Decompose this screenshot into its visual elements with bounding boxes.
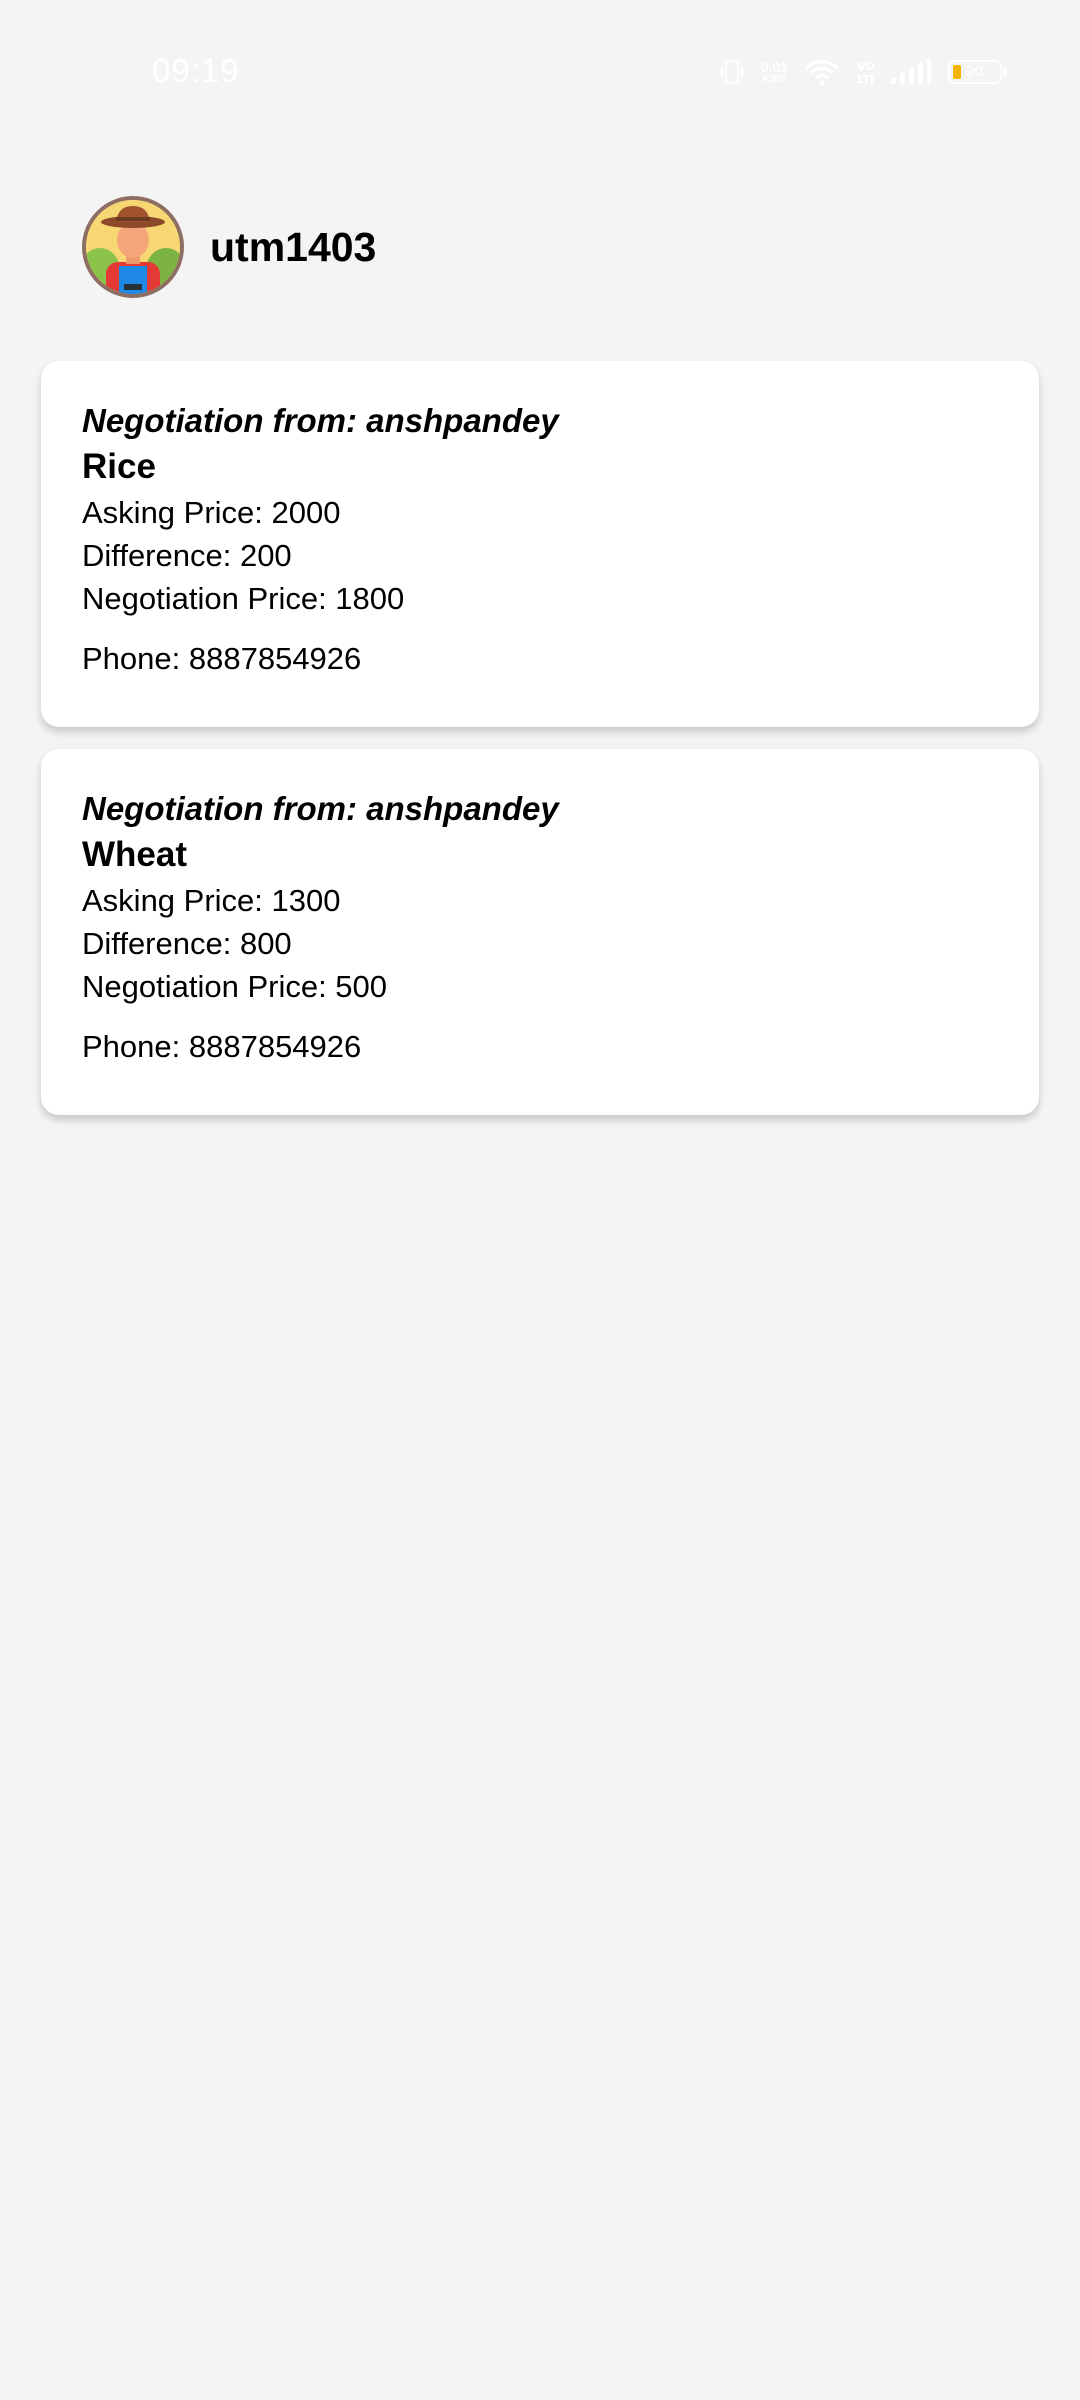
- svg-text:VO: VO: [857, 60, 874, 73]
- battery-level: 20: [966, 63, 983, 80]
- negotiation-price: Negotiation Price: 1800: [82, 581, 405, 616]
- price-difference: Difference: 800: [82, 926, 292, 961]
- negotiation-from: Negotiation from: anshpandey: [82, 790, 559, 827]
- vibrate-icon: [720, 59, 743, 85]
- negotiation-card[interactable]: Negotiation from: anshpandey Wheat Askin…: [41, 749, 1039, 1115]
- wifi-icon: [804, 59, 840, 86]
- battery-fill: [953, 65, 961, 79]
- username: utm1403: [210, 223, 377, 270]
- status-bar: 09:19 0.01 KB/S VO LTE 20: [0, 0, 1080, 140]
- profile-header: utm1403: [82, 196, 376, 298]
- network-speed: 0.01 KB/S: [761, 60, 788, 85]
- signal-icon: [891, 59, 931, 84]
- network-speed-unit: KB/S: [762, 73, 787, 85]
- negotiation-from: Negotiation from: anshpandey: [82, 402, 559, 439]
- negotiation-card[interactable]: Negotiation from: anshpandey Rice Asking…: [41, 361, 1039, 727]
- crop-name: Wheat: [82, 835, 187, 874]
- farmer-avatar-icon[interactable]: [82, 196, 184, 298]
- network-speed-value: 0.01: [760, 58, 788, 75]
- phone-number[interactable]: Phone: 8887854926: [82, 637, 1039, 680]
- asking-price: Asking Price: 1300: [82, 883, 341, 918]
- status-time: 09:19: [152, 52, 240, 89]
- battery-icon: 20: [948, 60, 1007, 84]
- svg-text:LTE: LTE: [857, 73, 874, 86]
- status-icons: 0.01 KB/S VO LTE 20: [719, 56, 1007, 88]
- asking-price: Asking Price: 2000: [82, 495, 341, 530]
- crop-name: Rice: [82, 447, 156, 486]
- phone-number[interactable]: Phone: 8887854926: [82, 1025, 1039, 1068]
- volte-icon: VO LTE: [857, 60, 874, 86]
- negotiation-price: Negotiation Price: 500: [82, 969, 388, 1004]
- price-difference: Difference: 200: [82, 538, 292, 573]
